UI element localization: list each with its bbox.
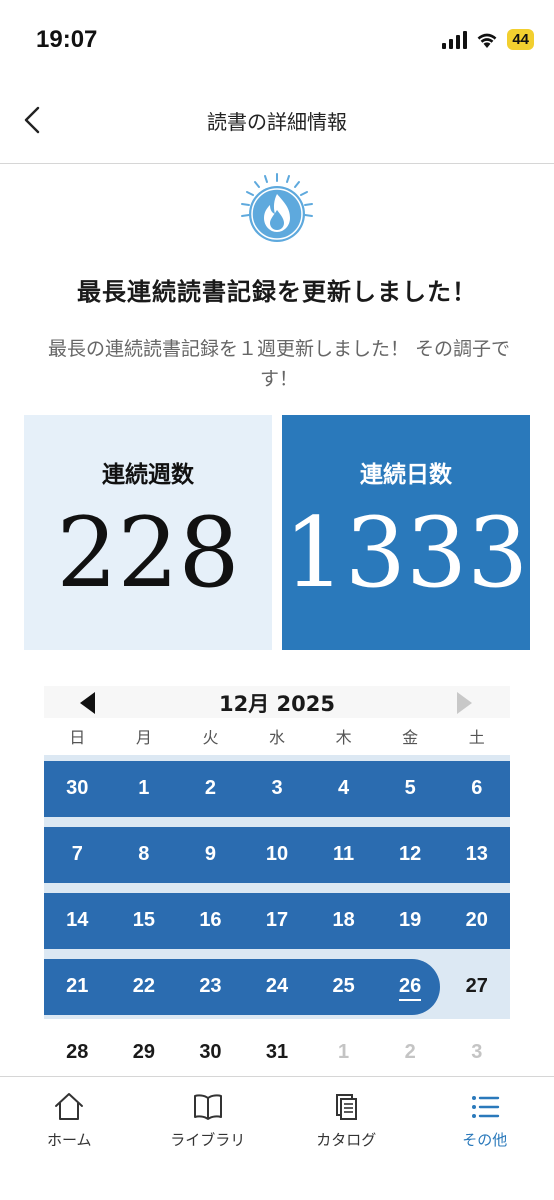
calendar-week-row: 7 8 9 10 11 12 13 — [44, 821, 510, 887]
calendar-day[interactable]: 16 — [177, 887, 244, 953]
calendar-day[interactable]: 15 — [111, 887, 178, 953]
weeks-value: 228 — [56, 497, 240, 609]
nav-header: 読書の詳細情報 — [0, 80, 554, 164]
weekday-label: 水 — [269, 728, 286, 747]
calendar-day[interactable]: 22 — [111, 953, 178, 1019]
weekday-label: 金 — [402, 728, 419, 747]
weekday-label: 木 — [335, 728, 352, 747]
calendar-day[interactable]: 25 — [310, 953, 377, 1019]
tab-label: ホーム — [46, 1131, 92, 1149]
calendar-day[interactable]: 7 — [44, 821, 111, 887]
tab-catalog[interactable]: カタログ — [277, 1077, 416, 1200]
tab-label: カタログ — [316, 1131, 377, 1149]
calendar-day[interactable]: 27 — [443, 953, 510, 1019]
headline: 最長連続読書記録を更新しました！ — [77, 278, 477, 306]
tab-label: その他 — [462, 1131, 508, 1149]
weekday-label: 月 — [135, 728, 152, 747]
calendar-day[interactable]: 1 — [111, 755, 178, 821]
tab-bar: ホーム ライブラリ カタログ その他 — [0, 1076, 554, 1200]
wifi-icon — [477, 33, 497, 48]
calendar-week-row: 30 1 2 3 4 5 6 — [44, 755, 510, 821]
calendar-day[interactable]: 21 — [44, 953, 111, 1019]
calendar-day[interactable]: 24 — [244, 953, 311, 1019]
calendar-day-today[interactable]: 26 — [377, 953, 444, 1019]
tab-label: ライブラリ — [170, 1131, 246, 1149]
signal-icon — [442, 30, 468, 49]
calendar-day[interactable]: 17 — [244, 887, 311, 953]
status-bar: 19:07 44 — [0, 0, 554, 80]
calendar-day[interactable]: 13 — [443, 821, 510, 887]
calendar-day[interactable]: 9 — [177, 821, 244, 887]
calendar-day[interactable]: 20 — [443, 887, 510, 953]
book-icon — [193, 1094, 222, 1120]
status-icons: 44 — [442, 29, 534, 50]
calendar-month-label: 12月 2025 — [219, 692, 335, 716]
consecutive-days-card: 連続日数 1333 — [282, 415, 530, 650]
calendar-day[interactable]: 5 — [377, 755, 444, 821]
consecutive-weeks-card: 連続週数 228 — [24, 415, 272, 650]
page-title: 読書の詳細情報 — [207, 110, 347, 134]
calendar-day[interactable]: 6 — [443, 755, 510, 821]
calendar-day[interactable]: 8 — [111, 821, 178, 887]
tab-library[interactable]: ライブラリ — [139, 1077, 278, 1200]
status-time: 19:07 — [36, 26, 98, 53]
list-icon — [471, 1096, 499, 1118]
calendar-day[interactable]: 23 — [177, 953, 244, 1019]
weekday-header: 日 月 火 水 木 金 土 — [44, 724, 510, 748]
catalog-icon — [336, 1094, 358, 1120]
days-value: 1333 — [283, 497, 529, 609]
calendar-header: 12月 2025 — [44, 686, 510, 718]
weekday-label: 土 — [468, 728, 485, 747]
weekday-label: 日 — [69, 728, 86, 747]
flame-icon — [241, 173, 313, 242]
tab-home[interactable]: ホーム — [0, 1077, 139, 1200]
calendar-week-row: 21 22 23 24 25 26 27 — [44, 953, 510, 1019]
calendar-day[interactable]: 2 — [177, 755, 244, 821]
tab-more[interactable]: その他 — [416, 1077, 554, 1200]
calendar-day[interactable]: 14 — [44, 887, 111, 953]
calendar-day[interactable]: 19 — [377, 887, 444, 953]
weekday-label: 火 — [202, 728, 219, 747]
home-icon — [55, 1093, 84, 1120]
weeks-label: 連続週数 — [102, 462, 194, 488]
subtext: 最長の連続読書記録を１週更新しました！ その調子です！ — [47, 338, 511, 390]
calendar-week-row: 14 15 16 17 18 19 20 — [44, 887, 510, 953]
battery-indicator: 44 — [507, 29, 534, 50]
calendar-day[interactable]: 10 — [244, 821, 311, 887]
calendar-day[interactable]: 30 — [44, 755, 111, 821]
calendar-day[interactable]: 18 — [310, 887, 377, 953]
calendar-day[interactable]: 4 — [310, 755, 377, 821]
next-month-button[interactable] — [457, 692, 472, 714]
calendar-day[interactable]: 12 — [377, 821, 444, 887]
calendar-day[interactable]: 11 — [310, 821, 377, 887]
calendar-day[interactable]: 3 — [244, 755, 311, 821]
days-label: 連続日数 — [360, 462, 452, 488]
